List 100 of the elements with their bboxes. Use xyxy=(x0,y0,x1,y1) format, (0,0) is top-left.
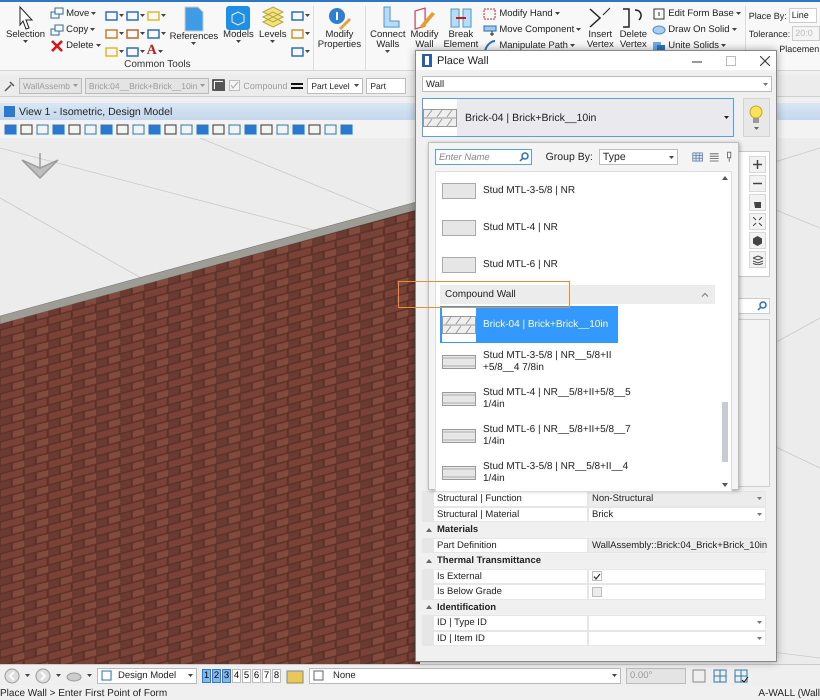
plus-icon xyxy=(753,160,762,169)
search-field[interactable]: Enter Name xyxy=(435,149,532,165)
ribbon-button[interactable]: Models xyxy=(222,6,255,59)
view-tool-icon xyxy=(244,122,257,136)
zoom-out-button[interactable] xyxy=(749,175,766,192)
group-header[interactable]: Compound Wall xyxy=(440,285,715,304)
caret-icon xyxy=(56,674,61,677)
part-dropdown[interactable]: Part xyxy=(366,78,406,94)
row-header xyxy=(422,491,433,506)
caret-icon xyxy=(191,42,196,45)
ribbon-button[interactable]: Draw On Solid xyxy=(651,22,742,37)
info-pencil-icon xyxy=(327,6,352,30)
ribbon-button[interactable]: Delete Vertex xyxy=(618,6,648,57)
ribbon-button[interactable]: Edit Form Base xyxy=(651,6,742,21)
list-item[interactable]: Stud MTL-3-5/8 | NR__5/8+II__4 1/4in xyxy=(440,454,715,491)
light-bulb-icon xyxy=(749,105,764,125)
tool-icon xyxy=(290,26,304,40)
list-item[interactable]: Stud MTL-4 | NR xyxy=(440,209,715,246)
view-number-button[interactable]: 7 xyxy=(262,668,271,682)
grid-check-icon xyxy=(733,668,749,684)
ribbon-button[interactable]: Modify Wall xyxy=(409,6,440,57)
checkbox[interactable] xyxy=(592,571,602,582)
view-number-button[interactable]: 1 xyxy=(202,668,211,682)
view-tool-icon xyxy=(84,122,97,136)
ribbon-button[interactable]: Modify Hand xyxy=(482,6,582,21)
property-label: Structural | Material xyxy=(433,506,588,522)
level-filter-dropdown[interactable]: None xyxy=(309,668,621,684)
list-item[interactable]: Stud MTL-6 | NR__5/8+II+5/8__7 1/4in xyxy=(440,417,715,454)
caret-icon xyxy=(25,674,30,677)
fit-button[interactable] xyxy=(749,213,766,230)
view-number-button[interactable]: 8 xyxy=(272,668,281,682)
ribbon-button[interactable]: Selection xyxy=(5,6,46,59)
caret-icon xyxy=(236,40,241,43)
view-tool-icon xyxy=(132,122,145,136)
ribbon-button[interactable]: Copy xyxy=(49,22,102,37)
caret-icon xyxy=(118,14,124,16)
ribbon-button[interactable]: Move xyxy=(49,6,102,21)
level-dropdown[interactable]: Part Level xyxy=(307,78,364,94)
field-label: Group By: xyxy=(546,151,593,163)
caret-icon xyxy=(304,50,310,52)
wall-thumbnail xyxy=(442,182,476,198)
tool-icon xyxy=(104,44,118,58)
caret-icon xyxy=(757,512,762,516)
wall-pencil-icon xyxy=(412,6,436,30)
maximize-icon xyxy=(726,56,736,66)
ribbon-button[interactable]: Insert Vertex xyxy=(585,6,616,57)
pan-button[interactable] xyxy=(749,194,766,211)
ribbon-button[interactable]: Levels xyxy=(258,6,288,59)
group-by-dropdown[interactable]: Type xyxy=(598,149,678,165)
view-tool-icon xyxy=(228,122,241,136)
property-dropdown[interactable]: Brick xyxy=(588,506,766,522)
caret-icon xyxy=(270,40,276,43)
list-item[interactable]: Stud MTL-3-5/8 | NR xyxy=(440,172,715,209)
list-item[interactable]: Stud MTL-4 | NR__5/8+II+5/8__5 1/4in xyxy=(440,380,715,417)
view-number-button[interactable]: 6 xyxy=(252,668,261,682)
model-dropdown[interactable]: Design Model xyxy=(97,668,197,684)
view-tool-icon xyxy=(20,122,33,136)
status-prompt: Place Wall > Enter First Point of Form xyxy=(0,688,168,698)
check-icon xyxy=(593,572,601,580)
insert-vertex-icon xyxy=(588,6,612,30)
ribbon-button[interactable]: Move Component xyxy=(482,22,582,37)
ribbon-button[interactable]: Break Element xyxy=(442,6,480,57)
layers-button[interactable] xyxy=(749,251,766,268)
view-number-button[interactable]: 5 xyxy=(242,668,251,682)
layered-wall-thumbnail xyxy=(442,428,476,442)
tool-icon xyxy=(126,26,139,40)
ribbon-button[interactable]: Connect Walls xyxy=(369,6,406,57)
solid-pill-icon xyxy=(652,22,666,36)
close-icon xyxy=(50,38,64,52)
wall-type-dropdown[interactable]: Brick-04 | Brick+Brick__10in xyxy=(422,98,734,137)
row-header xyxy=(422,584,433,600)
ribbon-button[interactable]: Modify Properties xyxy=(316,6,362,57)
caret-icon xyxy=(160,32,166,34)
caret-icon xyxy=(200,84,206,87)
grid-view-icon xyxy=(692,151,704,163)
expander-icon xyxy=(426,605,432,610)
view-tool-icon xyxy=(148,122,161,136)
ribbon-button[interactable]: A xyxy=(146,43,166,59)
caret-icon xyxy=(118,32,124,34)
layered-wall-thumbnail xyxy=(442,354,476,368)
view-cube-button[interactable] xyxy=(749,232,766,249)
view-number-button[interactable]: 2 xyxy=(212,668,221,682)
list-item[interactable]: Stud MTL-3-5/8 | NR__5/8+II +5/8__4 7/8in xyxy=(440,343,715,380)
zoom-in-button[interactable] xyxy=(749,156,766,173)
property-label: ID | Item ID xyxy=(433,630,588,646)
input-field[interactable]: Line xyxy=(788,8,817,23)
ribbon-button[interactable]: Manipulate Path xyxy=(482,38,582,53)
ribbon-button[interactable]: Delete xyxy=(49,38,102,53)
list-item[interactable]: Stud MTL-6 | NR xyxy=(440,246,715,283)
row-header xyxy=(422,615,433,630)
caret-icon xyxy=(757,497,762,500)
view-number-button[interactable]: 4 xyxy=(232,668,241,682)
grid-icon xyxy=(712,668,728,684)
view-number-button[interactable]: 3 xyxy=(222,668,231,682)
caret-icon xyxy=(576,28,582,31)
caret-icon xyxy=(757,621,762,624)
caret-icon xyxy=(304,14,310,16)
ribbon-button[interactable]: References xyxy=(168,6,220,59)
view-tool-icon xyxy=(36,122,49,136)
element-type-dropdown[interactable]: Wall xyxy=(422,76,772,92)
